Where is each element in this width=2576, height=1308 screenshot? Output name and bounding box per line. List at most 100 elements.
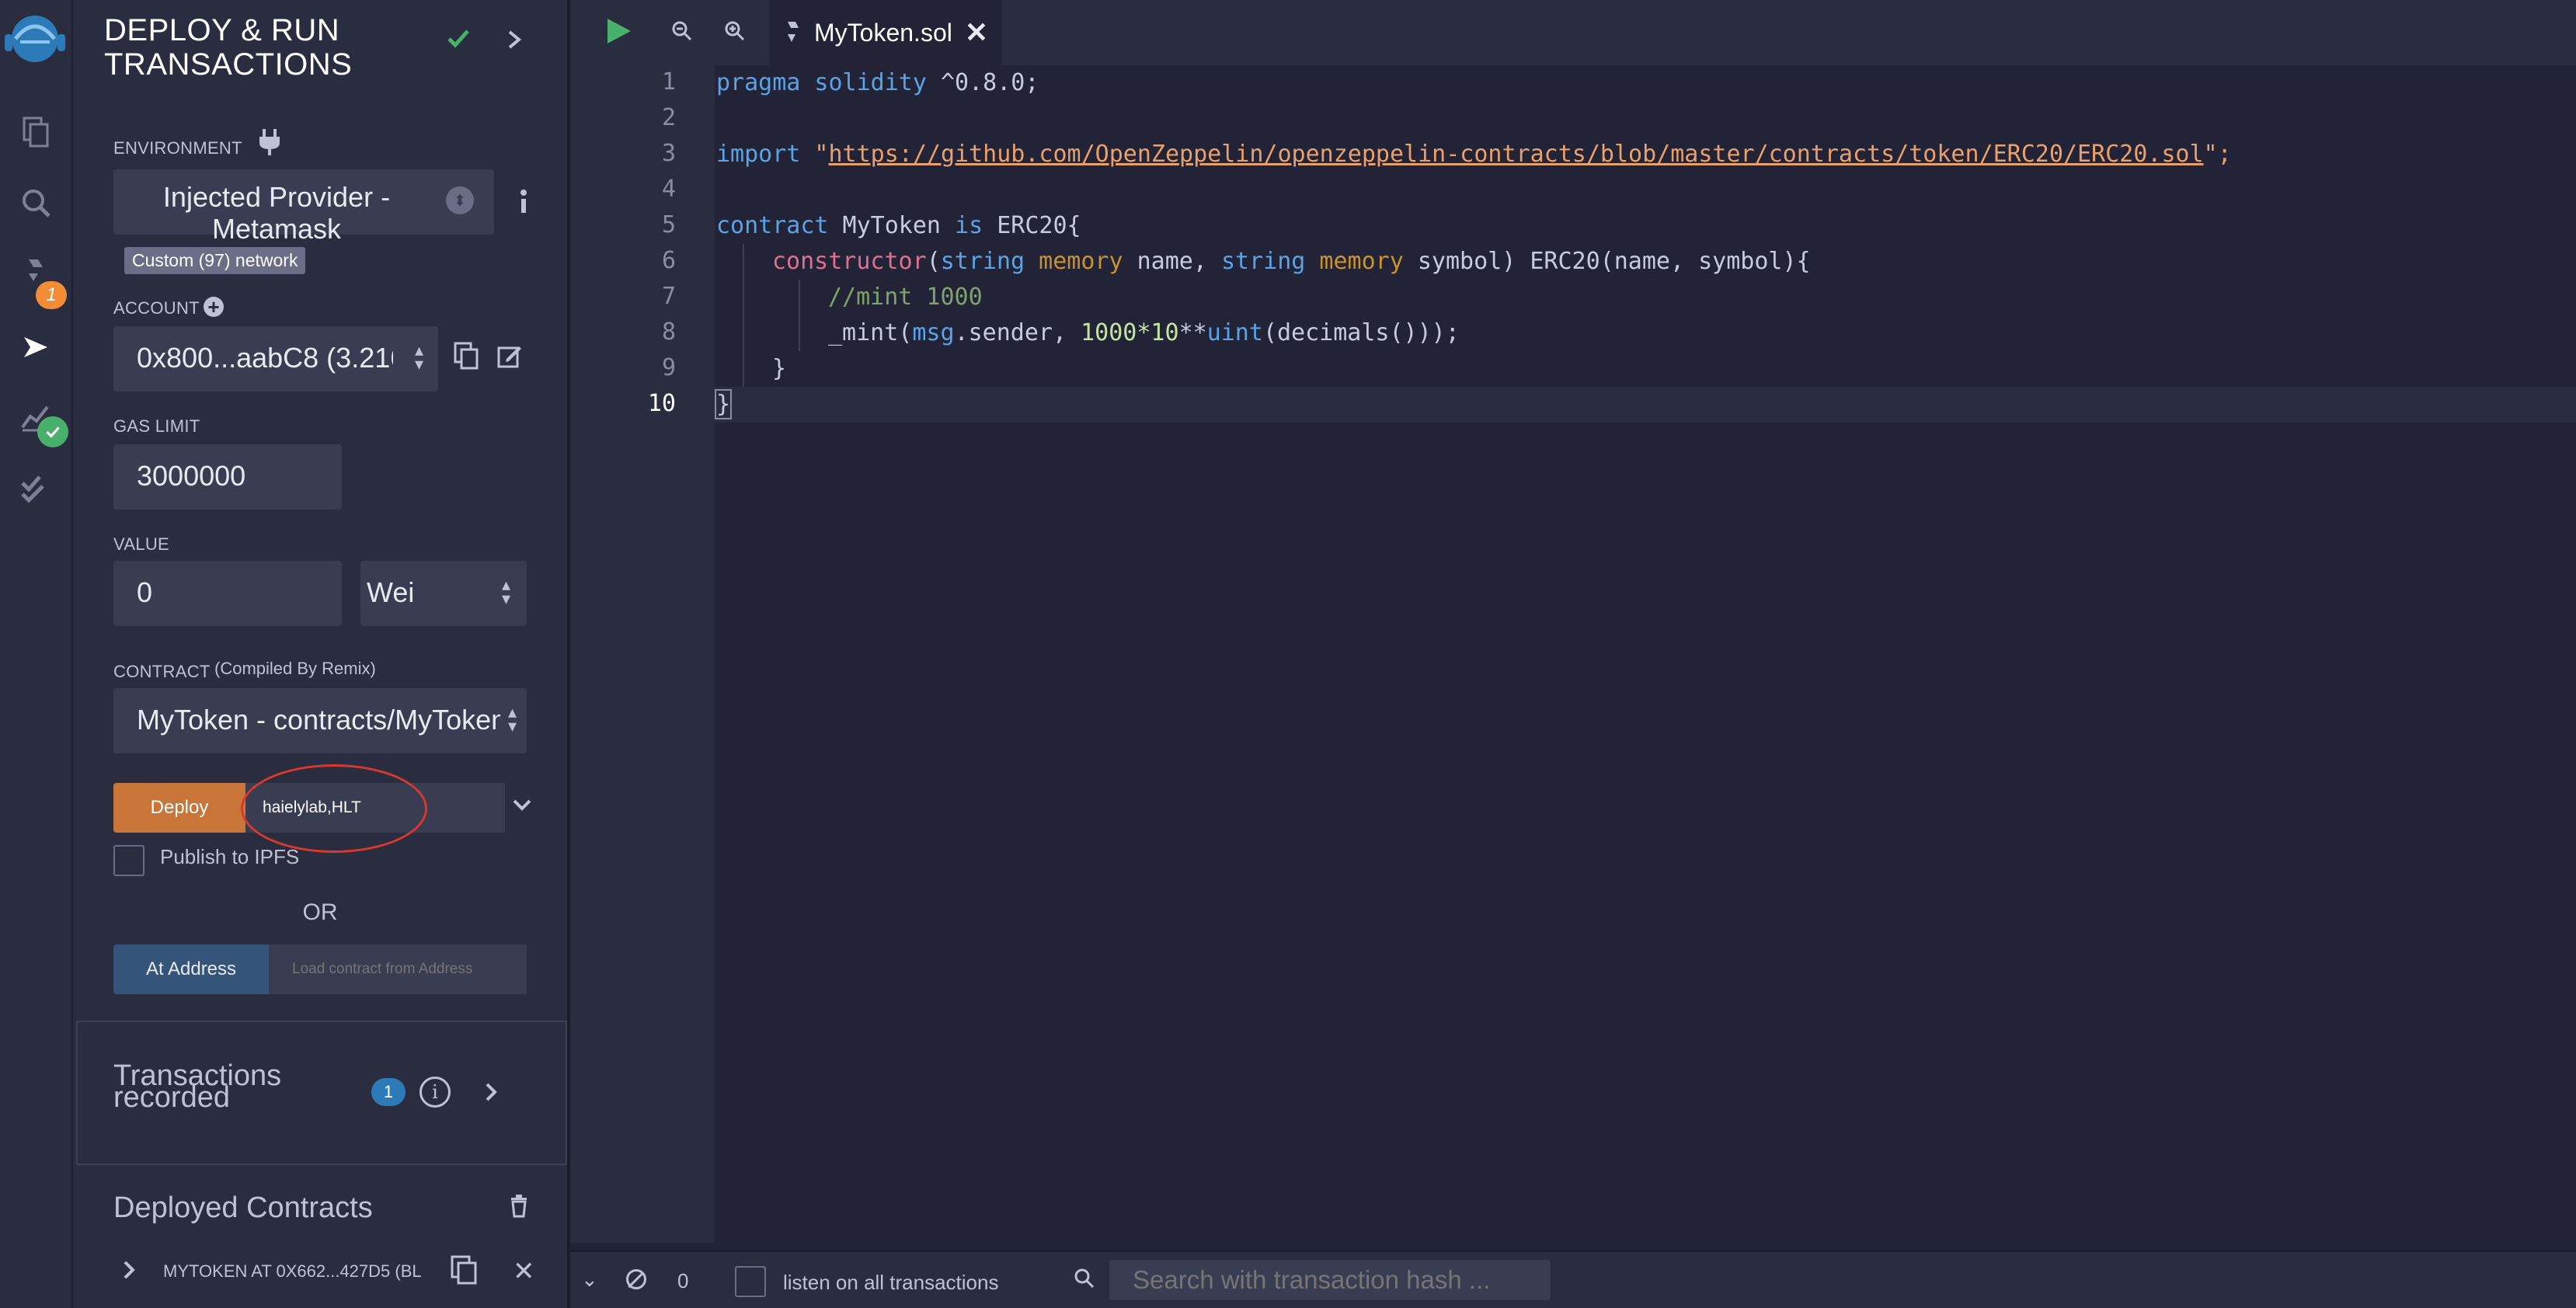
code-line: pragma solidity ^0.8.0; <box>716 65 1039 101</box>
publish-ipfs-label: Publish to IPFS <box>160 845 300 868</box>
code-token: " <box>800 141 829 168</box>
file-explorer-icon[interactable] <box>13 109 58 154</box>
code-token: ** <box>1178 319 1207 346</box>
remix-logo-icon[interactable] <box>2 11 68 67</box>
code-token: ^0.8.0; <box>926 69 1039 96</box>
account-value: 0x800...aabC8 (3.216 <box>137 342 393 374</box>
deploy-button[interactable]: Deploy <box>113 783 245 833</box>
edit-icon[interactable] <box>497 343 522 372</box>
environment-value-line2: Metamask <box>211 213 342 245</box>
line-number: 3 <box>661 140 676 167</box>
gas-limit-label: GAS LIMIT <box>113 416 200 436</box>
line-number: 8 <box>661 318 676 346</box>
unit-testing-icon[interactable] <box>13 466 58 511</box>
code-token: contract <box>716 212 829 239</box>
info-icon[interactable] <box>517 188 530 218</box>
deployed-contract-item[interactable]: MYTOKEN AT 0X662...427D5 (BL <box>163 1261 427 1282</box>
code-token: ERC20{ <box>983 212 1081 239</box>
deployed-copy-icon[interactable] <box>451 1255 479 1290</box>
transactions-recorded-card[interactable]: Transactions recorded 1 i <box>76 1021 567 1165</box>
tab-label: MyToken.sol <box>814 18 952 47</box>
code-token: memory <box>1305 248 1404 275</box>
code-token: MyToken <box>828 212 956 239</box>
code-line: _mint(msg.sender, 1000*10**uint(decimals… <box>716 315 1460 351</box>
terminal-bar: ⌄ 0 listen on all transactions <box>570 1251 2576 1308</box>
plug-icon <box>256 127 283 161</box>
line-number: 1 <box>661 68 676 96</box>
clear-console-icon[interactable] <box>626 1269 646 1289</box>
info-circle-icon[interactable]: i <box>419 1077 451 1108</box>
contract-select[interactable]: MyToken - contracts/MyToken ▴ ▾ <box>113 688 527 753</box>
indent-guide <box>799 280 800 351</box>
value-input[interactable]: 0 <box>113 561 342 626</box>
deployed-item-chevron-icon[interactable] <box>121 1258 137 1285</box>
account-updown-icon: ▴ ▾ <box>415 340 424 374</box>
check-icon <box>443 23 474 58</box>
code-token: string <box>1221 248 1306 275</box>
chevron-down-icon[interactable] <box>511 797 533 818</box>
contract-label: CONTRACT <box>113 662 211 681</box>
code-line: constructor(string memory name, string m… <box>716 244 1811 280</box>
code-token: msg <box>912 319 955 346</box>
value-label: VALUE <box>113 534 170 554</box>
code-token: .sender, <box>954 319 1081 346</box>
contract-sublabel: (Compiled By Remix) <box>214 659 376 678</box>
contract-value: MyToken - contracts/MyToken <box>137 704 500 736</box>
close-icon[interactable]: ✕ <box>513 1258 535 1285</box>
or-text: OR <box>302 899 338 925</box>
listen-checkbox[interactable] <box>735 1266 766 1297</box>
code-token: name, <box>1123 248 1221 275</box>
run-icon[interactable] <box>603 16 634 50</box>
code-token: _mint( <box>828 319 913 346</box>
code-token: } <box>714 389 733 419</box>
add-account-icon[interactable]: + <box>204 297 224 317</box>
unit-select[interactable]: Wei ▴ ▾ <box>360 561 527 626</box>
code-token: "; <box>2203 141 2232 168</box>
check-badge-icon <box>37 416 68 447</box>
network-badge: Custom (97) network <box>124 247 306 274</box>
import-url-link[interactable]: https://github.com/OpenZeppelin/openzepp… <box>829 141 2204 168</box>
transactions-count-badge: 1 <box>371 1078 406 1106</box>
line-number: 6 <box>661 247 676 274</box>
zoom-out-icon[interactable] <box>671 20 693 46</box>
code-token: constructor <box>772 248 927 275</box>
updown-icon: ⬍ <box>446 186 474 214</box>
chevron-right-icon[interactable] <box>505 28 524 55</box>
at-address-input[interactable] <box>269 944 527 994</box>
deploy-panel: DEPLOY & RUN TRANSACTIONS ENVIRONMENT In… <box>73 0 570 1308</box>
listen-label: listen on all transactions <box>783 1271 999 1294</box>
contract-updown-icon: ▴ ▾ <box>508 702 517 736</box>
deploy-run-icon[interactable] <box>13 325 58 370</box>
code-token: pragma solidity <box>716 69 927 96</box>
code-line: import "https://github.com/OpenZeppelin/… <box>716 137 2232 172</box>
indent-guide <box>743 244 744 387</box>
transaction-search-input[interactable] <box>1109 1260 1551 1300</box>
line-number: 5 <box>661 211 676 238</box>
transactions-title-line2: recorded <box>113 1081 230 1114</box>
tab-mytoken-sol[interactable]: MyToken.sol ✕ <box>769 0 1002 65</box>
code-line: contract MyToken is ERC20{ <box>716 208 1081 244</box>
tab-close-icon[interactable]: ✕ <box>965 16 988 49</box>
code-token: 1000*10 <box>1081 319 1179 346</box>
collapse-terminal-icon[interactable]: ⌄ <box>581 1268 598 1292</box>
gas-limit-input[interactable]: 3000000 <box>113 444 342 510</box>
trash-icon[interactable] <box>510 1195 528 1222</box>
publish-ipfs-checkbox[interactable] <box>113 845 144 876</box>
search-icon[interactable] <box>13 180 58 225</box>
account-select[interactable]: 0x800...aabC8 (3.216 ▴ ▾ <box>113 326 438 391</box>
at-address-button[interactable]: At Address <box>113 944 269 994</box>
code-token: symbol) ERC20(name, symbol){ <box>1403 248 1811 275</box>
code-token: uint <box>1206 319 1263 346</box>
code-line: //mint 1000 <box>716 280 983 315</box>
code-line: } <box>716 351 786 387</box>
panel-title-line2: TRANSACTIONS <box>104 47 353 82</box>
copy-icon[interactable] <box>454 342 479 374</box>
editor-area: MyToken.sol ✕ 1 2 3 4 5 6 7 8 9 10 pragm… <box>570 0 2576 1308</box>
unit-updown-icon: ▴ ▾ <box>502 575 511 608</box>
line-number: 4 <box>661 176 676 203</box>
code-token: (decimals())); <box>1262 319 1460 346</box>
transactions-chevron-icon[interactable] <box>483 1081 499 1107</box>
active-line-highlight <box>715 387 2576 423</box>
zoom-in-icon[interactable] <box>724 20 746 46</box>
code-token: //mint 1000 <box>828 284 983 311</box>
